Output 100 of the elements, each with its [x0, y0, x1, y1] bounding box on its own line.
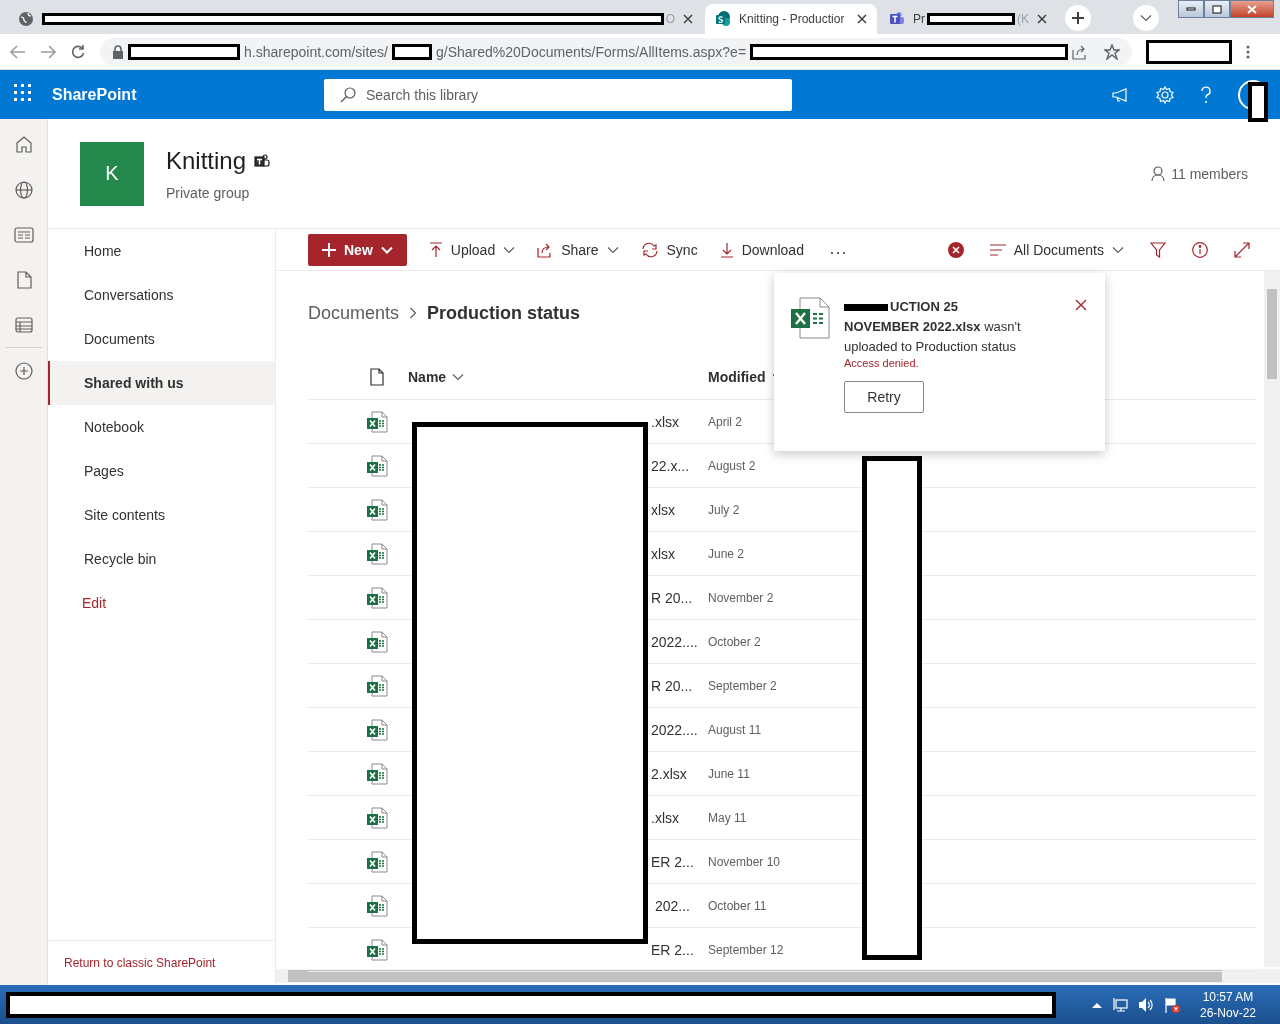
nav-item[interactable]: Pages — [48, 449, 275, 493]
file-name[interactable]: 2.xlsx — [651, 765, 687, 782]
error-icon[interactable] — [947, 241, 964, 258]
person-icon — [1151, 165, 1166, 182]
nav-item[interactable]: Conversations — [48, 273, 275, 317]
filter-icon[interactable] — [1150, 241, 1166, 258]
speaker-icon[interactable] — [1137, 996, 1154, 1013]
close-icon — [1247, 4, 1257, 14]
file-name[interactable]: R 20... — [651, 677, 693, 694]
more-icon[interactable] — [829, 250, 846, 255]
site-name[interactable]: Knitting — [166, 146, 247, 175]
retry-button[interactable]: Retry — [844, 381, 924, 413]
file-name[interactable]: 2022.... — [651, 721, 698, 738]
browser-tab[interactable]: Pr (K — [879, 4, 1057, 34]
plus-icon — [1072, 12, 1084, 24]
file-name[interactable]: xlsx — [651, 545, 676, 562]
close-icon[interactable] — [857, 14, 867, 24]
column-header[interactable]: Name — [408, 369, 708, 385]
file-name[interactable]: R 20... — [651, 589, 693, 606]
excel-file-icon — [366, 674, 388, 697]
modified-date: October 2 — [708, 634, 761, 649]
edit-link[interactable]: Edit — [48, 581, 275, 625]
excel-file-icon — [366, 850, 388, 873]
back-arrow-icon[interactable] — [10, 44, 26, 59]
modified-date: October 11 — [708, 898, 767, 913]
toolbar-button[interactable]: Upload — [428, 241, 516, 258]
excel-file-icon — [366, 718, 388, 741]
excel-file-icon — [366, 762, 388, 785]
new-tab-button[interactable] — [1065, 5, 1091, 31]
view-selector[interactable]: All Documents — [989, 241, 1124, 258]
network-icon[interactable] — [1111, 996, 1128, 1013]
more-options-icon[interactable] — [1246, 43, 1251, 60]
file-name[interactable]: 2022.... — [651, 633, 698, 650]
address-bar[interactable]: h.sharepoint.com/sites/ g/Shared%20Documents/Forms/AllItems.aspx?e= — [100, 37, 1133, 66]
show-hidden-icons-icon[interactable] — [1091, 1001, 1102, 1008]
nav-item[interactable]: Site contents — [48, 493, 275, 537]
star-icon[interactable] — [1104, 43, 1121, 60]
app-name[interactable]: SharePoint — [52, 85, 324, 104]
url-text: h.sharepoint.com/sites/ — [244, 43, 388, 60]
modified-date: June 11 — [708, 766, 750, 781]
clock[interactable]: 10:57 AM 26-Nov-22 — [1199, 988, 1256, 1021]
nav-item[interactable]: Notebook — [48, 405, 275, 449]
toolbar-button[interactable]: Sync — [640, 241, 698, 258]
nav-item[interactable]: Documents — [48, 317, 275, 361]
toolbar-button[interactable]: Share — [537, 241, 619, 258]
info-icon[interactable] — [1192, 241, 1208, 258]
settings-icon[interactable] — [1156, 85, 1174, 104]
home-icon[interactable] — [14, 135, 33, 153]
sync-icon — [640, 241, 659, 258]
close-button[interactable] — [1230, 0, 1274, 18]
file-name[interactable]: 22.x... — [651, 457, 690, 474]
search-box[interactable]: Search this library — [324, 78, 792, 111]
file-name[interactable]: xlsx — [651, 501, 676, 518]
excel-file-icon — [366, 806, 388, 829]
chevron-right-icon — [409, 307, 418, 319]
file-name[interactable]: ER 2... — [651, 853, 694, 870]
file-name[interactable]: 202... — [651, 897, 690, 914]
tab-search-button[interactable] — [1133, 5, 1159, 31]
list-icon[interactable] — [14, 317, 33, 333]
new-button[interactable]: New — [308, 233, 407, 266]
minimize-button[interactable] — [1178, 0, 1204, 18]
document-icon[interactable] — [15, 271, 32, 289]
modified-date: August 2 — [708, 458, 756, 473]
forward-arrow-icon[interactable] — [40, 44, 56, 59]
members-button[interactable]: 11 members — [1151, 165, 1248, 182]
nav-item[interactable]: Recycle bin — [48, 537, 275, 581]
megaphone-icon[interactable] — [1112, 86, 1130, 103]
globe-icon[interactable] — [14, 181, 33, 199]
site-subtitle: Private group — [166, 184, 251, 201]
nav-item[interactable]: Home — [48, 229, 275, 273]
close-icon[interactable] — [683, 14, 693, 24]
maximize-button[interactable] — [1204, 0, 1230, 18]
close-icon[interactable] — [1075, 299, 1087, 311]
breadcrumb-link[interactable]: Documents — [308, 302, 400, 324]
search-field[interactable]: Search this library — [366, 79, 776, 110]
toolbar-button[interactable]: Download — [719, 241, 804, 258]
reload-icon[interactable] — [70, 43, 86, 60]
file-name[interactable]: ER 2... — [651, 941, 694, 958]
excel-file-icon — [366, 542, 388, 565]
app-launcher-icon[interactable] — [14, 83, 32, 102]
vertical-scrollbar[interactable] — [1264, 271, 1280, 967]
help-icon[interactable] — [1200, 85, 1212, 104]
add-icon[interactable] — [14, 362, 33, 380]
file-type-icon — [370, 368, 384, 386]
flag-error-icon[interactable] — [1163, 996, 1180, 1013]
plus-icon — [322, 242, 336, 257]
site-logo[interactable]: K — [80, 141, 144, 206]
file-name[interactable]: .xlsx — [651, 413, 679, 430]
close-icon[interactable] — [1037, 14, 1047, 24]
excel-file-icon — [366, 894, 388, 917]
news-icon[interactable] — [13, 227, 34, 243]
nav-item[interactable]: Shared with us — [48, 361, 275, 405]
teams-icon — [254, 153, 271, 168]
excel-file-icon — [366, 454, 388, 477]
file-name[interactable]: .xlsx — [651, 809, 679, 826]
browser-tab[interactable]: Knitting - Productior — [705, 4, 877, 34]
error-detail: Access denied. — [844, 357, 920, 369]
expand-icon[interactable] — [1234, 241, 1250, 258]
share-page-icon[interactable] — [1072, 43, 1089, 60]
chevron-down-icon — [452, 373, 465, 381]
